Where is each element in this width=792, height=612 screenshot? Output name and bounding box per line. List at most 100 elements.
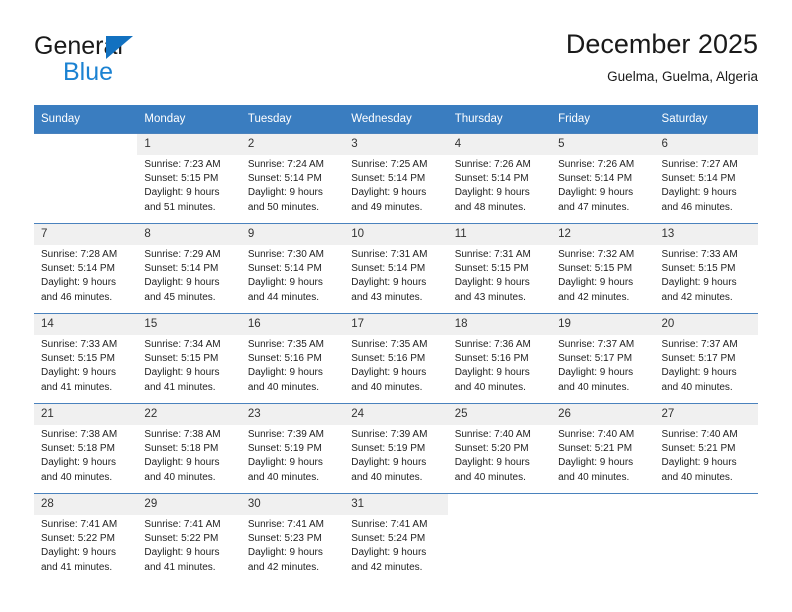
day-cell[interactable]: 18 Sunrise: 7:36 AM Sunset: 5:16 PM Dayl…	[447, 313, 552, 404]
day-cell[interactable]: 31 Sunrise: 7:41 AM Sunset: 5:24 PM Dayl…	[344, 493, 448, 583]
daylight-text-line2: and 40 minutes.	[558, 381, 630, 393]
day-cell[interactable]: 15 Sunrise: 7:34 AM Sunset: 5:15 PM Dayl…	[137, 313, 241, 404]
daylight-text-line1: Daylight: 9 hours	[558, 277, 634, 289]
day-number: 10	[344, 224, 448, 245]
sunset-text: Sunset: 5:15 PM	[454, 263, 529, 275]
day-number: 3	[344, 134, 448, 155]
day-cell[interactable]: 5 Sunrise: 7:26 AM Sunset: 5:14 PM Dayli…	[551, 133, 655, 224]
sunrise-text: Sunrise: 7:40 AM	[454, 429, 531, 440]
daylight-text-line1: Daylight: 9 hours	[144, 277, 220, 289]
general-blue-logo[interactable]: General Blue	[34, 32, 224, 88]
sunrise-text: Sunrise: 7:32 AM	[558, 249, 635, 260]
day-cell[interactable]: 3 Sunrise: 7:25 AM Sunset: 5:14 PM Dayli…	[344, 133, 448, 224]
sunrise-text: Sunrise: 7:23 AM	[144, 159, 221, 170]
daylight-text-line1: Daylight: 9 hours	[41, 277, 117, 289]
day-cell[interactable]: 9 Sunrise: 7:30 AM Sunset: 5:14 PM Dayli…	[240, 223, 345, 314]
day-cell[interactable]: 22 Sunrise: 7:38 AM Sunset: 5:18 PM Dayl…	[137, 403, 241, 494]
day-cell[interactable]: 4 Sunrise: 7:26 AM Sunset: 5:14 PM Dayli…	[447, 133, 552, 224]
day-number: 17	[344, 314, 448, 335]
daylight-text-line2: and 40 minutes.	[351, 381, 423, 393]
day-number: 2	[240, 134, 345, 155]
day-cell	[34, 133, 138, 224]
day-cell[interactable]: 8 Sunrise: 7:29 AM Sunset: 5:14 PM Dayli…	[137, 223, 241, 314]
daylight-text-line2: and 51 minutes.	[144, 201, 216, 213]
day-details: Sunrise: 7:38 AM Sunset: 5:18 PM Dayligh…	[137, 425, 240, 485]
day-cell[interactable]: 20 Sunrise: 7:37 AM Sunset: 5:17 PM Dayl…	[654, 313, 758, 404]
day-cell[interactable]: 23 Sunrise: 7:39 AM Sunset: 5:19 PM Dayl…	[240, 403, 345, 494]
sunrise-text: Sunrise: 7:26 AM	[454, 159, 531, 170]
day-details: Sunrise: 7:33 AM Sunset: 5:15 PM Dayligh…	[655, 245, 758, 305]
daylight-text-line2: and 40 minutes.	[558, 471, 630, 483]
sunrise-text: Sunrise: 7:33 AM	[661, 249, 738, 260]
daylight-text-line1: Daylight: 9 hours	[351, 367, 427, 379]
day-cell[interactable]: 2 Sunrise: 7:24 AM Sunset: 5:14 PM Dayli…	[240, 133, 345, 224]
day-number: 4	[447, 134, 552, 155]
day-details: Sunrise: 7:41 AM Sunset: 5:22 PM Dayligh…	[34, 515, 137, 575]
sunset-text: Sunset: 5:14 PM	[351, 173, 426, 185]
day-details: Sunrise: 7:34 AM Sunset: 5:15 PM Dayligh…	[137, 335, 240, 395]
day-cell[interactable]: 30 Sunrise: 7:41 AM Sunset: 5:23 PM Dayl…	[240, 493, 345, 583]
sunrise-text: Sunrise: 7:33 AM	[41, 339, 118, 350]
sunrise-text: Sunrise: 7:41 AM	[144, 519, 221, 530]
day-cell[interactable]: 1 Sunrise: 7:23 AM Sunset: 5:15 PM Dayli…	[137, 133, 241, 224]
day-details: Sunrise: 7:37 AM Sunset: 5:17 PM Dayligh…	[655, 335, 758, 395]
day-details: Sunrise: 7:41 AM Sunset: 5:22 PM Dayligh…	[137, 515, 240, 575]
day-cell[interactable]: 10 Sunrise: 7:31 AM Sunset: 5:14 PM Dayl…	[344, 223, 448, 314]
daylight-text-line1: Daylight: 9 hours	[454, 367, 530, 379]
day-cell[interactable]: 13 Sunrise: 7:33 AM Sunset: 5:15 PM Dayl…	[654, 223, 758, 314]
sunrise-text: Sunrise: 7:39 AM	[351, 429, 428, 440]
day-number: 21	[34, 404, 138, 425]
day-cell[interactable]: 21 Sunrise: 7:38 AM Sunset: 5:18 PM Dayl…	[34, 403, 138, 494]
sunrise-text: Sunrise: 7:37 AM	[558, 339, 635, 350]
daylight-text-line2: and 40 minutes.	[351, 471, 423, 483]
day-cell[interactable]: 24 Sunrise: 7:39 AM Sunset: 5:19 PM Dayl…	[344, 403, 448, 494]
day-cell[interactable]: 19 Sunrise: 7:37 AM Sunset: 5:17 PM Dayl…	[551, 313, 655, 404]
daylight-text-line2: and 40 minutes.	[144, 471, 216, 483]
day-cell[interactable]: 14 Sunrise: 7:33 AM Sunset: 5:15 PM Dayl…	[34, 313, 138, 404]
sunset-text: Sunset: 5:14 PM	[558, 173, 633, 185]
sunset-text: Sunset: 5:24 PM	[351, 533, 426, 545]
day-cell[interactable]: 26 Sunrise: 7:40 AM Sunset: 5:21 PM Dayl…	[551, 403, 655, 494]
day-cell[interactable]: 17 Sunrise: 7:35 AM Sunset: 5:16 PM Dayl…	[344, 313, 448, 404]
weekday-header-tuesday: Tuesday	[240, 105, 345, 134]
day-cell[interactable]: 7 Sunrise: 7:28 AM Sunset: 5:14 PM Dayli…	[34, 223, 138, 314]
daylight-text-line1: Daylight: 9 hours	[661, 457, 737, 469]
day-details: Sunrise: 7:31 AM Sunset: 5:14 PM Dayligh…	[344, 245, 447, 305]
sunset-text: Sunset: 5:18 PM	[144, 443, 219, 455]
daylight-text-line2: and 47 minutes.	[558, 201, 630, 213]
day-cell[interactable]: 27 Sunrise: 7:40 AM Sunset: 5:21 PM Dayl…	[654, 403, 758, 494]
sunset-text: Sunset: 5:23 PM	[247, 533, 322, 545]
daylight-text-line1: Daylight: 9 hours	[351, 187, 427, 199]
daylight-text-line1: Daylight: 9 hours	[41, 367, 117, 379]
day-cell[interactable]: 12 Sunrise: 7:32 AM Sunset: 5:15 PM Dayl…	[551, 223, 655, 314]
daylight-text-line2: and 41 minutes.	[41, 561, 113, 573]
sunset-text: Sunset: 5:14 PM	[351, 263, 426, 275]
day-cell[interactable]: 6 Sunrise: 7:27 AM Sunset: 5:14 PM Dayli…	[654, 133, 758, 224]
day-details: Sunrise: 7:36 AM Sunset: 5:16 PM Dayligh…	[448, 335, 551, 395]
sunrise-text: Sunrise: 7:25 AM	[351, 159, 428, 170]
sunrise-text: Sunrise: 7:38 AM	[41, 429, 118, 440]
daylight-text-line2: and 40 minutes.	[454, 471, 526, 483]
daylight-text-line1: Daylight: 9 hours	[41, 457, 117, 469]
daylight-text-line1: Daylight: 9 hours	[247, 187, 323, 199]
daylight-text-line1: Daylight: 9 hours	[558, 187, 634, 199]
day-number: 1	[137, 134, 241, 155]
day-cell[interactable]: 11 Sunrise: 7:31 AM Sunset: 5:15 PM Dayl…	[447, 223, 552, 314]
day-cell[interactable]: 25 Sunrise: 7:40 AM Sunset: 5:20 PM Dayl…	[447, 403, 552, 494]
calendar-week-row: 7 Sunrise: 7:28 AM Sunset: 5:14 PM Dayli…	[34, 223, 758, 314]
day-cell[interactable]: 29 Sunrise: 7:41 AM Sunset: 5:22 PM Dayl…	[137, 493, 241, 583]
sunset-text: Sunset: 5:15 PM	[41, 353, 115, 365]
page-title: December 2025	[565, 29, 758, 59]
day-cell[interactable]: 16 Sunrise: 7:35 AM Sunset: 5:16 PM Dayl…	[240, 313, 345, 404]
daylight-text-line1: Daylight: 9 hours	[144, 547, 220, 559]
daylight-text-line1: Daylight: 9 hours	[661, 277, 737, 289]
sunset-text: Sunset: 5:18 PM	[41, 443, 115, 455]
day-details: Sunrise: 7:35 AM Sunset: 5:16 PM Dayligh…	[241, 335, 344, 395]
sunset-text: Sunset: 5:15 PM	[558, 263, 633, 275]
calendar-week-row: 1 Sunrise: 7:23 AM Sunset: 5:15 PM Dayli…	[34, 133, 758, 224]
day-cell[interactable]: 28 Sunrise: 7:41 AM Sunset: 5:22 PM Dayl…	[34, 493, 138, 583]
sunrise-text: Sunrise: 7:40 AM	[661, 429, 738, 440]
daylight-text-line2: and 43 minutes.	[454, 291, 526, 303]
day-details: Sunrise: 7:30 AM Sunset: 5:14 PM Dayligh…	[241, 245, 344, 305]
sunset-text: Sunset: 5:14 PM	[247, 263, 322, 275]
